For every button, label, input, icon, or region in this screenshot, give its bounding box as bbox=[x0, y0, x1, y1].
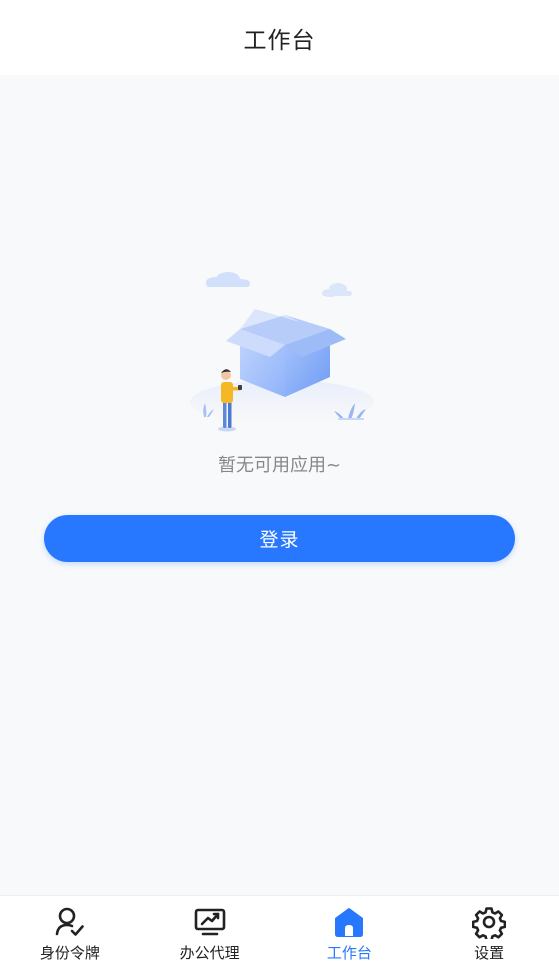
tab-office-proxy[interactable]: 办公代理 bbox=[140, 896, 280, 966]
monitor-chart-icon bbox=[193, 905, 227, 939]
tab-label: 办公代理 bbox=[179, 944, 240, 962]
top-bar: 工作台 bbox=[0, 0, 559, 75]
tab-label: 设置 bbox=[474, 944, 505, 962]
gear-icon bbox=[472, 905, 507, 939]
user-check-icon bbox=[53, 905, 87, 939]
page-title: 工作台 bbox=[243, 27, 316, 54]
cloud-icon bbox=[322, 283, 352, 297]
tab-workbench[interactable]: 工作台 bbox=[280, 896, 420, 966]
main-content: 暂无可用应用~ 登录 bbox=[0, 75, 559, 895]
cloud-icon bbox=[206, 272, 250, 287]
home-icon bbox=[332, 905, 366, 939]
empty-box-illustration bbox=[190, 272, 374, 432]
tab-label: 工作台 bbox=[326, 944, 372, 962]
tab-settings[interactable]: 设置 bbox=[419, 896, 559, 966]
tab-label: 身份令牌 bbox=[39, 944, 100, 962]
bottom-tab-bar: 身份令牌 办公代理 工作台 设置 bbox=[0, 895, 559, 966]
empty-state-text: 暂无可用应用~ bbox=[217, 455, 342, 476]
login-button[interactable]: 登录 bbox=[44, 515, 515, 562]
tab-identity-token[interactable]: 身份令牌 bbox=[0, 896, 140, 966]
